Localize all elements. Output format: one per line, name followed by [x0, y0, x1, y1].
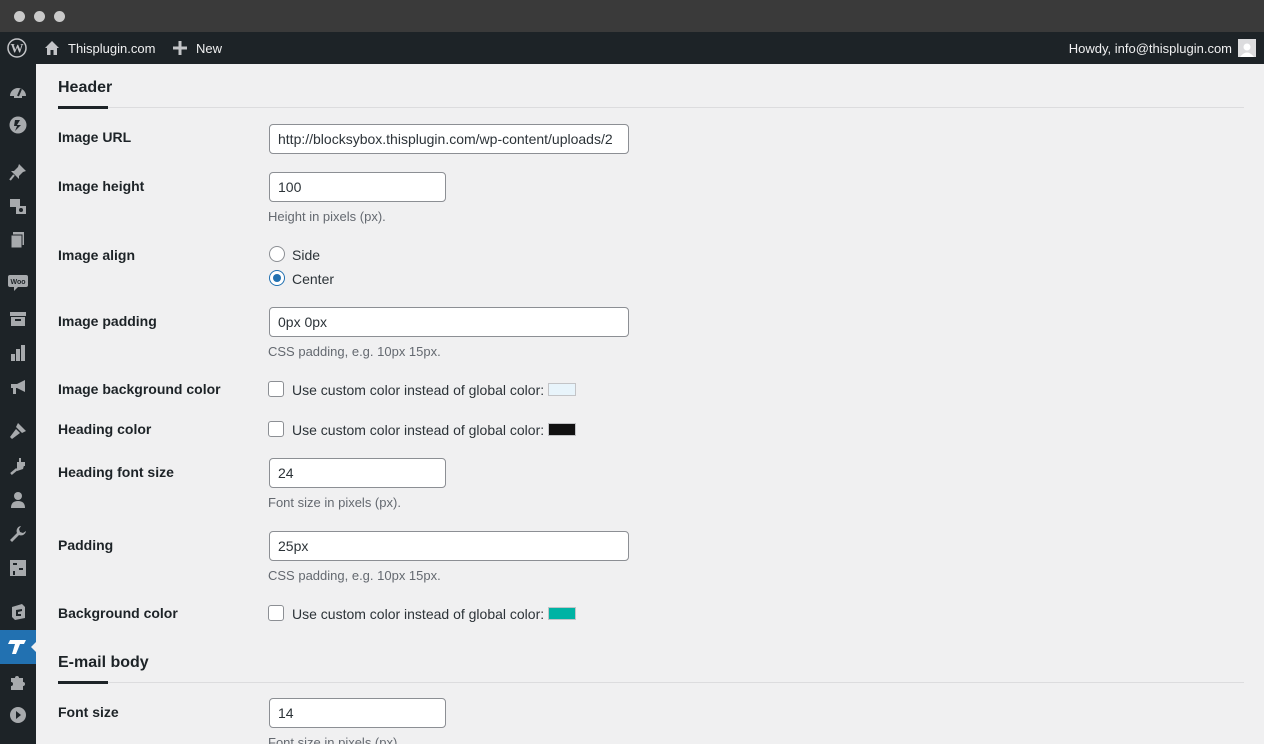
- image-padding-description: CSS padding, e.g. 10px 15px.: [268, 344, 441, 359]
- media-icon[interactable]: [8, 196, 28, 216]
- font-size-input[interactable]: 14: [269, 698, 446, 728]
- image-align-side-radio[interactable]: [269, 246, 285, 262]
- settings-icon[interactable]: [8, 558, 28, 578]
- font-size-description: Font size in pixels (px).: [268, 735, 401, 744]
- section-divider: [58, 107, 1244, 108]
- posts-pin-icon[interactable]: [8, 162, 28, 182]
- gravity-forms-icon[interactable]: [8, 602, 28, 622]
- image-padding-input[interactable]: 0px 0px: [269, 307, 629, 337]
- plugins-icon[interactable]: [8, 456, 28, 476]
- section-title-header: Header: [58, 79, 113, 96]
- image-align-side-label[interactable]: Side: [292, 247, 320, 263]
- dashboard-icon[interactable]: [8, 82, 28, 102]
- plus-icon: [173, 41, 187, 55]
- window-close-dot[interactable]: [14, 11, 25, 22]
- image-align-center-label[interactable]: Center: [292, 271, 334, 287]
- new-label: New: [196, 40, 223, 56]
- collapse-menu-icon[interactable]: [8, 705, 28, 725]
- heading-font-size-input[interactable]: 24: [269, 458, 446, 488]
- window-maximize-dot[interactable]: [54, 11, 65, 22]
- svg-text:W: W: [11, 41, 24, 56]
- user-account-menu[interactable]: Howdy, info@thisplugin.com: [1069, 32, 1256, 64]
- section-divider: [58, 682, 1244, 683]
- image-height-input[interactable]: 100: [269, 172, 446, 202]
- marketing-megaphone-icon[interactable]: [8, 377, 28, 397]
- products-archive-icon[interactable]: [8, 309, 28, 329]
- background-color-label: Background color: [58, 605, 178, 621]
- font-size-label: Font size: [58, 704, 119, 720]
- window-titlebar: [0, 0, 1264, 32]
- heading-color-swatch[interactable]: [548, 423, 576, 436]
- image-background-color-option[interactable]: Use custom color instead of global color…: [292, 382, 544, 398]
- new-content-link[interactable]: New: [173, 32, 222, 64]
- image-background-color-label: Image background color: [58, 381, 221, 397]
- svg-text:Woo: Woo: [10, 279, 25, 286]
- analytics-icon[interactable]: [8, 343, 28, 363]
- image-background-color-swatch[interactable]: [548, 383, 576, 396]
- padding-description: CSS padding, e.g. 10px 15px.: [268, 568, 441, 583]
- heading-font-size-label: Heading font size: [58, 464, 174, 480]
- background-color-swatch[interactable]: [548, 607, 576, 620]
- email-template-plugin-icon[interactable]: [8, 637, 28, 657]
- blocksy-icon[interactable]: [8, 115, 28, 135]
- howdy-text: Howdy, info@thisplugin.com: [1068, 40, 1232, 56]
- pages-icon[interactable]: [8, 230, 28, 250]
- image-height-description: Height in pixels (px).: [268, 209, 386, 224]
- image-url-input[interactable]: http://blocksybox.thisplugin.com/wp-cont…: [269, 124, 629, 154]
- padding-label: Padding: [58, 537, 114, 553]
- home-icon: [44, 40, 60, 56]
- heading-color-label: Heading color: [58, 421, 152, 437]
- avatar: [1238, 39, 1256, 57]
- site-name: Thisplugin.com: [68, 40, 156, 56]
- image-align-center-radio[interactable]: [269, 270, 285, 286]
- extensions-puzzle-icon[interactable]: [8, 672, 28, 692]
- window-minimize-dot[interactable]: [34, 11, 45, 22]
- heading-font-size-description: Font size in pixels (px).: [268, 495, 401, 510]
- tools-wrench-icon[interactable]: [8, 524, 28, 544]
- heading-color-checkbox[interactable]: [268, 421, 284, 437]
- image-url-label: Image URL: [58, 129, 132, 145]
- settings-panel: Header Image URL http://blocksybox.thisp…: [36, 64, 1264, 744]
- section-underline: [58, 106, 108, 109]
- heading-color-option[interactable]: Use custom color instead of global color…: [292, 422, 544, 438]
- woocommerce-icon[interactable]: Woo: [8, 272, 28, 292]
- background-color-checkbox[interactable]: [268, 605, 284, 621]
- admin-bar: W Thisplugin.com New Howdy, info@thisplu…: [0, 32, 1264, 64]
- wordpress-logo-icon[interactable]: W: [7, 32, 27, 64]
- section-underline: [58, 681, 108, 684]
- users-icon[interactable]: [8, 490, 28, 510]
- section-title-email-body: E-mail body: [58, 654, 149, 671]
- appearance-brush-icon[interactable]: [8, 421, 28, 441]
- image-align-label: Image align: [58, 247, 136, 263]
- admin-sidebar: Woo: [0, 64, 37, 744]
- padding-input[interactable]: 25px: [269, 531, 629, 561]
- image-height-label: Image height: [58, 178, 145, 194]
- site-home-link[interactable]: Thisplugin.com: [44, 32, 155, 64]
- background-color-option[interactable]: Use custom color instead of global color…: [292, 606, 544, 622]
- image-padding-label: Image padding: [58, 313, 157, 329]
- image-background-color-checkbox[interactable]: [268, 381, 284, 397]
